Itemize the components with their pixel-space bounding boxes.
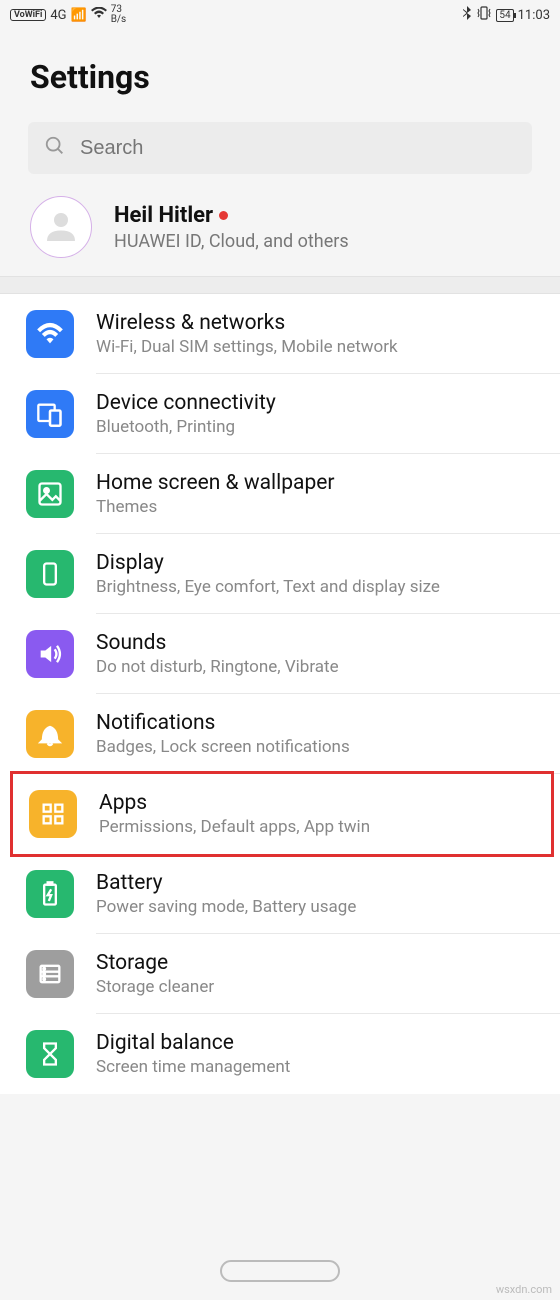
vowifi-badge: VoWiFi [10,9,46,21]
settings-item-wallpaper[interactable]: Home screen & wallpaper Themes [0,454,560,534]
settings-item-display[interactable]: Display Brightness, Eye comfort, Text an… [0,534,560,614]
display-icon [26,550,74,598]
page-header: Settings [0,30,560,114]
network-indicator: 4G [50,8,66,23]
settings-item-apps[interactable]: Apps Permissions, Default apps, App twin [10,771,554,857]
settings-item-storage[interactable]: Storage Storage cleaner [0,934,560,1014]
search-bar[interactable] [28,122,532,174]
device-icon [26,390,74,438]
item-subtitle: Permissions, Default apps, App twin [99,817,527,837]
page-title: Settings [30,58,530,96]
settings-item-bell[interactable]: Notifications Badges, Lock screen notifi… [0,694,560,774]
item-subtitle: Do not disturb, Ringtone, Vibrate [96,657,530,677]
settings-item-sound[interactable]: Sounds Do not disturb, Ringtone, Vibrate [0,614,560,694]
item-subtitle: Themes [96,497,530,517]
settings-item-wifi[interactable]: Wireless & networks Wi-Fi, Dual SIM sett… [0,294,560,374]
battery-icon [26,870,74,918]
item-subtitle: Bluetooth, Printing [96,417,530,437]
clock: 11:03 [518,8,550,23]
item-title: Digital balance [96,1031,530,1055]
item-title: Device connectivity [96,391,530,415]
account-name: Heil Hitler [114,203,349,228]
nav-pill[interactable] [220,1260,340,1282]
item-title: Storage [96,951,530,975]
wifi-icon [91,7,107,23]
apps-icon [29,790,77,838]
vibrate-icon [476,6,492,24]
watermark: wsxdn.com [496,1283,552,1296]
signal-icon: 📶 [71,8,87,23]
hourglass-icon [26,1030,74,1078]
status-bar: VoWiFi 4G 📶 73 B/s 54 11:03 [0,0,560,30]
item-subtitle: Wi-Fi, Dual SIM settings, Mobile network [96,337,530,357]
item-subtitle: Brightness, Eye comfort, Text and displa… [96,577,530,597]
storage-icon [26,950,74,998]
item-subtitle: Screen time management [96,1057,530,1077]
item-subtitle: Badges, Lock screen notifications [96,737,530,757]
item-subtitle: Storage cleaner [96,977,530,997]
settings-item-battery[interactable]: Battery Power saving mode, Battery usage [0,854,560,934]
item-title: Wireless & networks [96,311,530,335]
account-row[interactable]: Heil Hitler HUAWEI ID, Cloud, and others [0,184,560,276]
bell-icon [26,710,74,758]
notification-dot-icon [219,211,228,220]
speed-unit: B/s [111,15,127,25]
bluetooth-icon [462,6,472,24]
item-title: Notifications [96,711,530,735]
wifi-icon [26,310,74,358]
battery-icon: 54 [496,9,513,22]
settings-item-device[interactable]: Device connectivity Bluetooth, Printing [0,374,560,454]
item-title: Sounds [96,631,530,655]
item-title: Home screen & wallpaper [96,471,530,495]
avatar [30,196,92,258]
item-subtitle: Power saving mode, Battery usage [96,897,530,917]
sound-icon [26,630,74,678]
search-input[interactable] [80,137,516,160]
section-divider [0,276,560,294]
settings-item-hourglass[interactable]: Digital balance Screen time management [0,1014,560,1094]
settings-list: Wireless & networks Wi-Fi, Dual SIM sett… [0,294,560,1094]
search-icon [44,135,66,161]
item-title: Display [96,551,530,575]
item-title: Apps [99,791,527,815]
wallpaper-icon [26,470,74,518]
account-subtitle: HUAWEI ID, Cloud, and others [114,231,349,252]
item-title: Battery [96,871,530,895]
